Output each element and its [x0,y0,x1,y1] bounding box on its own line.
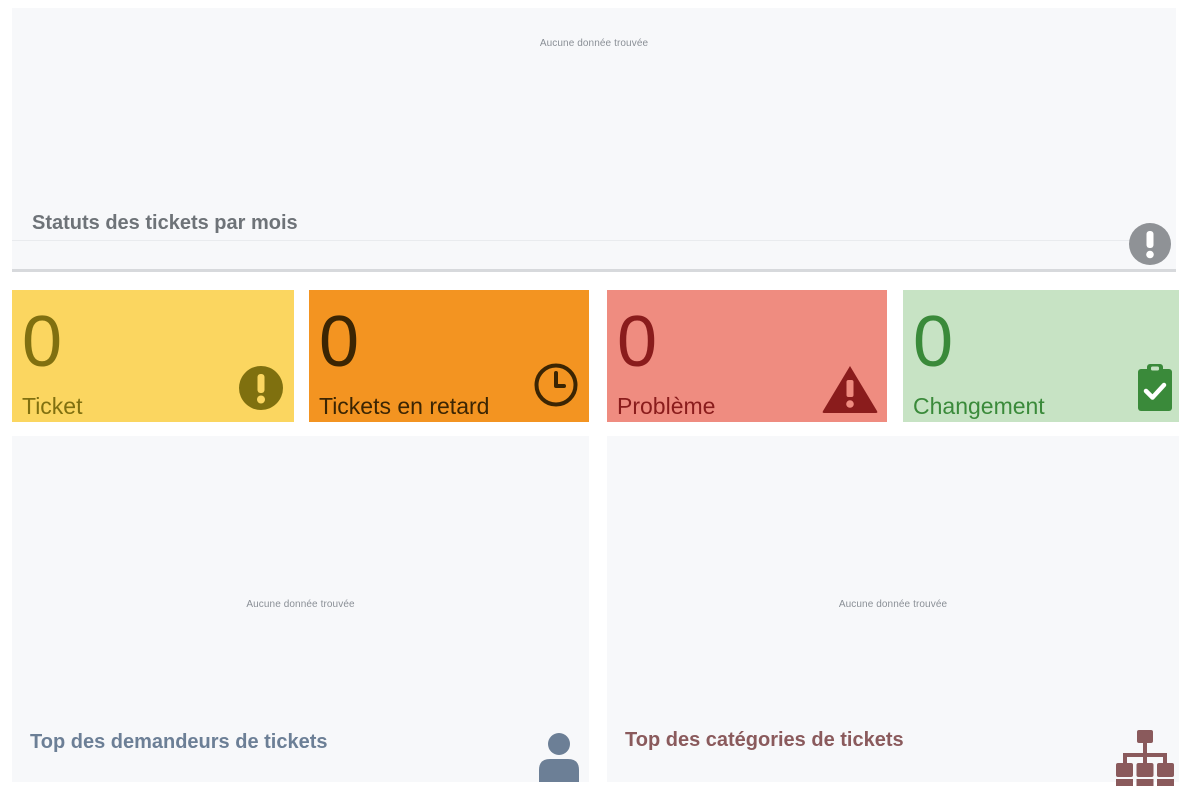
widget-title[interactable]: Top des catégories de tickets [625,729,904,752]
exclamation-circle-icon [1128,222,1172,271]
change-counter-card[interactable]: 0 Changement [903,290,1179,422]
clock-icon [533,362,579,413]
late-tickets-counter-card[interactable]: 0 Tickets en retard [309,290,589,422]
problem-counter-card[interactable]: 0 Problème [607,290,887,422]
empty-message: Aucune donnée trouvée [539,38,649,49]
top-categories-widget: Aucune donnée trouvée Top des catégories… [607,436,1179,786]
change-count: 0 [913,302,954,382]
ticket-count: 0 [22,302,63,382]
user-icon [537,732,581,787]
change-label: Changement [913,393,1045,419]
empty-message: Aucune donnée trouvée [838,599,948,610]
late-tickets-count: 0 [319,302,360,382]
exclamation-circle-icon [238,365,284,416]
late-tickets-label: Tickets en retard [319,393,490,419]
ticket-label: Ticket [22,393,83,419]
empty-message: Aucune donnée trouvée [246,599,355,610]
widget-title[interactable]: Top des demandeurs de tickets [30,731,328,754]
top-requesters-widget: Aucune donnée trouvée Top des demandeurs… [12,436,589,782]
problem-count: 0 [617,302,658,382]
divider [12,240,1164,241]
ticket-status-widget: Aucune donnée trouvée Statuts des ticket… [12,8,1176,272]
widget-title[interactable]: Statuts des tickets par mois [32,212,298,235]
problem-label: Problème [617,393,716,419]
clipboard-check-icon [1137,362,1173,417]
warning-triangle-icon [821,364,879,419]
ticket-counter-card[interactable]: 0 Ticket [12,290,294,422]
